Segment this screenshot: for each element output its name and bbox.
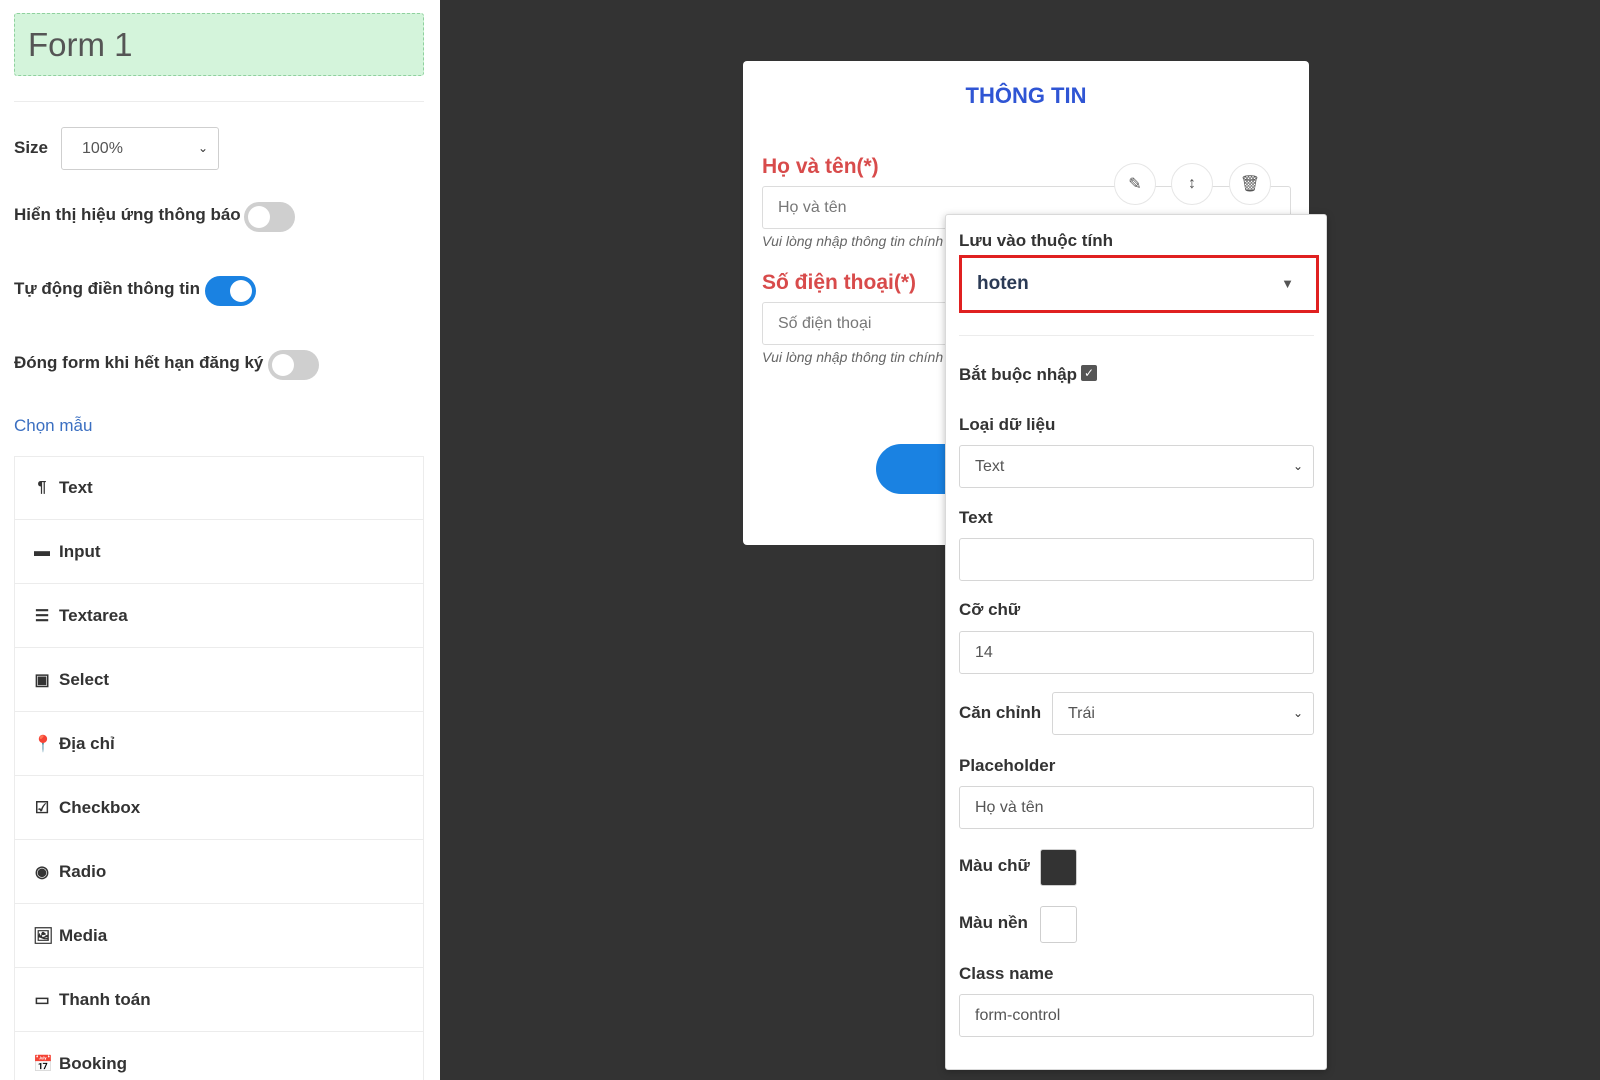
text-input[interactable] [959,538,1314,581]
element-text[interactable]: ¶ Text [14,456,424,520]
lines-icon: ☰ [34,607,50,625]
autofill-label: Tự động điền thông tin [14,279,201,298]
element-label: Checkbox [59,797,141,817]
required-row: Bắt buộc nhập ✓ [959,365,1098,385]
element-label: Media [59,925,108,945]
align-value: Trái [1068,705,1095,722]
paragraph-icon: ¶ [37,479,47,496]
choose-template-link[interactable]: Chọn mẫu [14,416,92,436]
chevron-down-icon: ⌄ [1292,459,1303,473]
classname-input[interactable]: form-control [959,994,1314,1037]
element-label: Select [59,669,110,689]
element-input[interactable]: ▬ Input [14,520,424,584]
close-on-expire-toggle[interactable] [268,350,319,380]
element-label: Input [59,541,101,561]
text-label: Text [959,508,993,527]
toggle-knob [248,206,270,228]
placeholder-label: Placeholder [959,756,1056,775]
autofill-toggle[interactable] [205,276,256,306]
form-title: THÔNG TIN [965,83,1087,108]
element-label: Thanh toán [59,989,151,1009]
notify-effect-toggle[interactable] [244,202,295,232]
attr-select[interactable]: hoten ▼ [959,255,1319,313]
credit-card-icon: ▭ [34,991,50,1009]
textcolor-swatch[interactable] [1040,849,1077,886]
element-label: Textarea [59,605,128,625]
element-payment[interactable]: ▭ Thanh toán [14,968,424,1032]
element-label: Booking [59,1053,127,1073]
field-label-phone: Số điện thoại(*) [762,271,916,294]
notify-effect-label: Hiển thị hiệu ứng thông báo [14,205,241,224]
required-label: Bắt buộc nhập [959,365,1078,384]
field-hint: Vui lòng nhập thông tin chính [762,349,944,365]
element-booking[interactable]: 📅 Booking [14,1032,424,1080]
element-checkbox[interactable]: ☑ Checkbox [14,776,424,840]
element-media[interactable]: 🖼 Media [14,904,424,968]
placeholder-input[interactable]: Họ và tên [959,786,1314,829]
element-label: Địa chỉ [59,733,115,753]
move-icon[interactable]: ↕ [1171,163,1213,205]
chevron-down-icon: ⌄ [1292,706,1303,720]
element-textarea[interactable]: ☰ Textarea [14,584,424,648]
textcolor-label: Màu chữ [959,856,1030,875]
caret-down-icon: ▼ [1281,276,1294,291]
element-list: ¶ Text ▬ Input ☰ Textarea ▣ Select 📍 Địa… [14,456,424,1080]
select-box-icon: ▣ [34,671,50,689]
element-label: Text [59,478,93,497]
minus-icon: ▬ [34,542,50,560]
close-on-expire-label: Đóng form khi hết hạn đăng ký [14,353,264,372]
datatype-value: Text [975,458,1005,475]
align-select[interactable]: Trái ⌄ [1052,692,1314,735]
field-label-name: Họ và tên(*) [762,155,879,178]
image-icon: 🖼 [33,927,54,945]
datatype-label: Loại dữ liệu [959,415,1056,434]
edit-icon[interactable]: ✎ [1114,163,1156,205]
element-radio[interactable]: ◉ Radio [14,840,424,904]
field-hint: Vui lòng nhập thông tin chính [762,233,944,249]
toggle-knob [272,354,294,376]
delete-icon[interactable]: 🗑 [1229,163,1271,205]
size-select[interactable]: 100% ⌄ [61,127,219,170]
element-select[interactable]: ▣ Select [14,648,424,712]
required-checkbox[interactable]: ✓ [1081,365,1098,381]
radio-icon: ◉ [35,863,49,881]
size-label: Size [14,138,49,157]
attr-select-value: hoten [977,273,1029,294]
sidebar: Form 1 Size 100% ⌄ Hiển thị hiệu ứng thô… [0,0,440,1080]
element-address[interactable]: 📍 Địa chỉ [14,712,424,776]
toggle-knob [230,280,252,302]
element-label: Radio [59,861,107,881]
form-name-field[interactable]: Form 1 [14,13,424,76]
bgcolor-label: Màu nền [959,913,1028,932]
chevron-down-icon: ⌄ [197,141,208,155]
map-pin-icon: 📍 [33,735,53,753]
attr-label: Lưu vào thuộc tính [959,231,1113,250]
calendar-icon: 📅 [33,1055,53,1073]
classname-label: Class name [959,964,1054,983]
divider [959,335,1314,336]
properties-panel: Lưu vào thuộc tính hoten ▼ Bắt buộc nhập… [945,214,1327,1070]
checkbox-icon: ☑ [34,799,50,817]
size-select-value: 100% [82,140,123,157]
fontsize-input[interactable]: 14 [959,631,1314,674]
align-label: Căn chỉnh [959,703,1042,722]
bgcolor-swatch[interactable] [1040,906,1077,943]
divider [14,101,424,102]
fontsize-label: Cỡ chữ [959,600,1021,619]
datatype-select[interactable]: Text ⌄ [959,445,1314,488]
